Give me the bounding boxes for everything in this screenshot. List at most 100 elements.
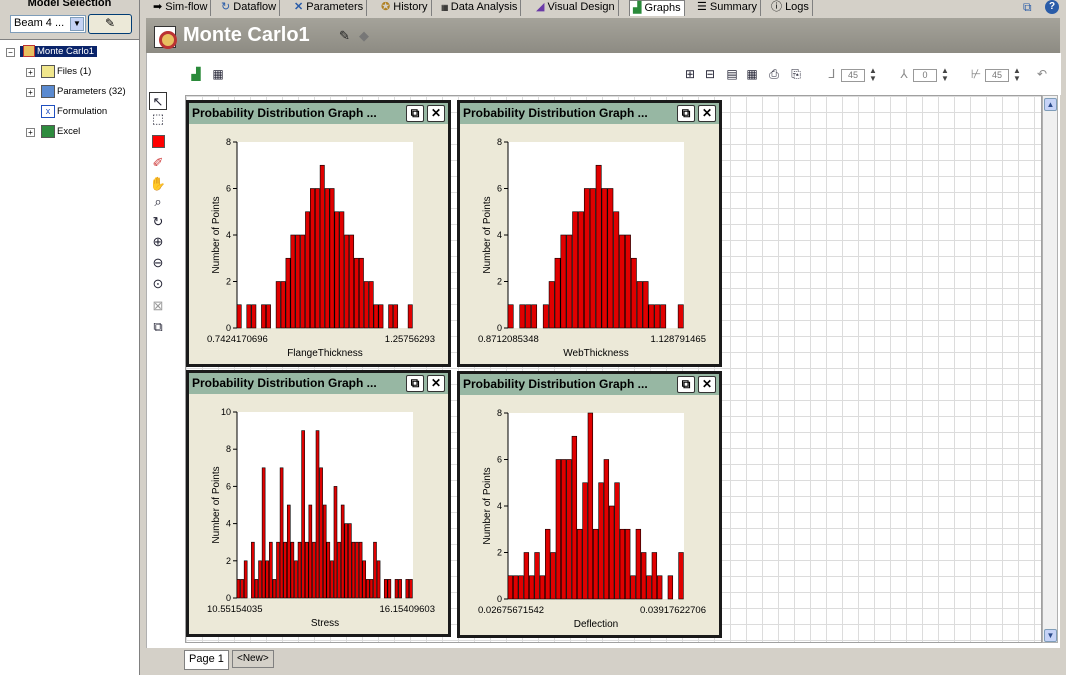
histogram-bar <box>561 459 567 600</box>
spin-arrows-icon[interactable]: ▲ ▼ <box>869 67 879 83</box>
select-region-icon[interactable]: ⬚ <box>149 110 167 128</box>
zoom-in-icon[interactable]: ⊕ <box>149 233 167 251</box>
tab-logs[interactable]: ⓘ Logs <box>768 0 813 16</box>
x-max-label: 0.03917622706 <box>640 605 706 616</box>
graph-options-icon[interactable]: ⧉ <box>406 105 424 122</box>
tab-sim-flow[interactable]: ➡ Sim-flow <box>150 0 212 16</box>
pan-hand-icon[interactable]: ✋ <box>149 175 167 193</box>
graph-options-icon[interactable]: ⧉ <box>677 376 695 393</box>
close-icon[interactable]: ✕ <box>427 375 445 392</box>
model-select-value: Beam 4 ... <box>14 17 65 29</box>
tree-item-parameters[interactable]: Parameters (32) <box>41 83 126 101</box>
page-tab-new[interactable]: <New> <box>232 650 274 668</box>
tab-data-analysis[interactable]: ▦ Data Analysis <box>438 0 522 16</box>
tab-summary[interactable]: ☰ Summary <box>694 0 761 16</box>
align-left-icon[interactable]: ⊞ <box>683 68 697 81</box>
model-select-dropdown[interactable]: Beam 4 ... ▼ <box>10 15 86 33</box>
reset-view-icon[interactable]: ↶ <box>1035 68 1049 81</box>
zoom-out-icon[interactable]: ⊖ <box>149 254 167 272</box>
histogram-bar <box>529 575 535 600</box>
tab-history[interactable]: ✪ History <box>378 0 432 16</box>
tree-item-formulation[interactable]: x Formulation <box>41 103 107 121</box>
histogram-bar <box>290 541 295 599</box>
model-edit-button[interactable]: ✎ <box>88 14 132 34</box>
y-tick-label: 8 <box>497 408 502 418</box>
rotate-x-input[interactable]: 45 <box>841 69 865 82</box>
histogram-bar <box>304 541 309 599</box>
tree-collapse-toggle[interactable]: − <box>6 48 15 57</box>
histogram-bar <box>344 234 350 329</box>
close-icon[interactable]: ✕ <box>698 376 716 393</box>
y-tick-label: 0 <box>497 594 502 604</box>
vertical-scrollbar[interactable]: ▲ ▼ <box>1042 95 1058 643</box>
histogram-bar <box>344 523 349 599</box>
tile-grid-icon[interactable]: ▦ <box>745 68 759 81</box>
rotate-y-input[interactable]: 0 <box>913 69 937 82</box>
graph-options-icon[interactable]: ⧉ <box>406 375 424 392</box>
tab-parameters[interactable]: ✕ Parameters <box>291 0 368 16</box>
tab-visual-design[interactable]: ◢ Visual Design <box>533 0 619 16</box>
tree-item-files[interactable]: Files (1) <box>41 63 91 81</box>
history-icon: ✪ <box>381 1 394 13</box>
tile-horizontal-icon[interactable]: ▤ <box>725 68 739 81</box>
chevron-down-icon[interactable]: ▼ <box>70 17 84 31</box>
graph-panel-stress[interactable]: Probability Distribution Graph ... ⧉ ✕ 0… <box>186 370 451 637</box>
histogram-bar <box>276 541 280 599</box>
histogram-bar <box>523 552 530 600</box>
summary-icon: ☰ <box>697 1 710 13</box>
tab-label: History <box>393 1 428 13</box>
histogram-bar <box>324 188 330 329</box>
y-tick-label: 8 <box>226 137 231 147</box>
rotate-z-input[interactable]: 45 <box>985 69 1009 82</box>
tree-root[interactable]: Monte Carlo1 <box>20 43 98 61</box>
add-graph-icon[interactable]: ▟ <box>189 68 203 81</box>
histogram-bar <box>265 560 270 599</box>
graph-panel-web-thickness[interactable]: Probability Distribution Graph ... ⧉ ✕ 0… <box>457 100 722 367</box>
histogram-bar <box>667 575 674 600</box>
tree-expand-files[interactable]: + <box>26 68 35 77</box>
help-icon[interactable]: ? <box>1045 0 1059 14</box>
eraser-icon[interactable]: ✐ <box>149 154 167 172</box>
model-selection-panel: Model Selection Beam 4 ... ▼ ✎ − Monte C… <box>0 0 140 675</box>
tab-graphs[interactable]: ▟ Graphs <box>629 0 685 16</box>
tree-item-excel[interactable]: Excel <box>41 123 80 141</box>
color-picker-button[interactable] <box>149 132 167 150</box>
print-icon[interactable]: ⎘ <box>789 68 803 81</box>
edit-notes-icon[interactable]: ✎ <box>339 28 350 44</box>
page-tab-1[interactable]: Page 1 <box>184 650 229 670</box>
histogram-bar <box>376 560 381 599</box>
eraser-icon[interactable]: ◆ <box>359 28 369 44</box>
zoom-box-icon[interactable]: ⌕ <box>149 193 167 211</box>
graph-header: Probability Distribution Graph ... ⧉ ✕ <box>460 374 719 395</box>
tree-item-label: Files (1) <box>57 66 92 77</box>
histogram-bar <box>550 552 556 600</box>
scroll-up-icon[interactable]: ▲ <box>1044 98 1057 111</box>
table-icon[interactable]: ▦ <box>211 68 225 81</box>
spin-arrows-icon[interactable]: ▲ ▼ <box>941 67 951 83</box>
histogram-bar <box>635 528 642 600</box>
tab-label: Summary <box>709 1 757 13</box>
graph-options-icon[interactable]: ⧉ <box>677 105 695 122</box>
graph-panel-flange-thickness[interactable]: Probability Distribution Graph ... ⧉ ✕ 0… <box>186 100 451 367</box>
close-icon[interactable]: ✕ <box>698 105 716 122</box>
select-pointer-icon[interactable]: ↖ <box>149 92 167 110</box>
graph-title: Probability Distribution Graph ... <box>463 106 648 120</box>
close-icon[interactable]: ✕ <box>427 105 445 122</box>
tree-expand-excel[interactable]: + <box>26 128 35 137</box>
spin-arrows-icon[interactable]: ▲ ▼ <box>1013 67 1023 83</box>
histogram-bar <box>578 211 584 329</box>
restore-window-icon[interactable]: ⧉ <box>1023 0 1032 15</box>
copy-graph-icon[interactable]: ⧉ <box>149 318 167 336</box>
histogram-bar <box>383 579 388 599</box>
scroll-down-icon[interactable]: ▼ <box>1044 629 1057 642</box>
graph-panel-deflection[interactable]: Probability Distribution Graph ... ⧉ ✕ 0… <box>457 371 722 638</box>
export-icon[interactable]: ⎙ <box>767 68 781 81</box>
histogram-bar <box>525 304 532 329</box>
rotate-icon[interactable]: ↻ <box>149 213 167 231</box>
zoom-fit-icon[interactable]: ⊙ <box>149 275 167 293</box>
histogram-bar <box>301 430 305 599</box>
tab-dataflow[interactable]: ↻ Dataflow <box>218 0 281 16</box>
tree-expand-parameters[interactable]: + <box>26 88 35 97</box>
histogram-bar <box>315 430 320 599</box>
align-right-icon[interactable]: ⊟ <box>703 68 717 81</box>
